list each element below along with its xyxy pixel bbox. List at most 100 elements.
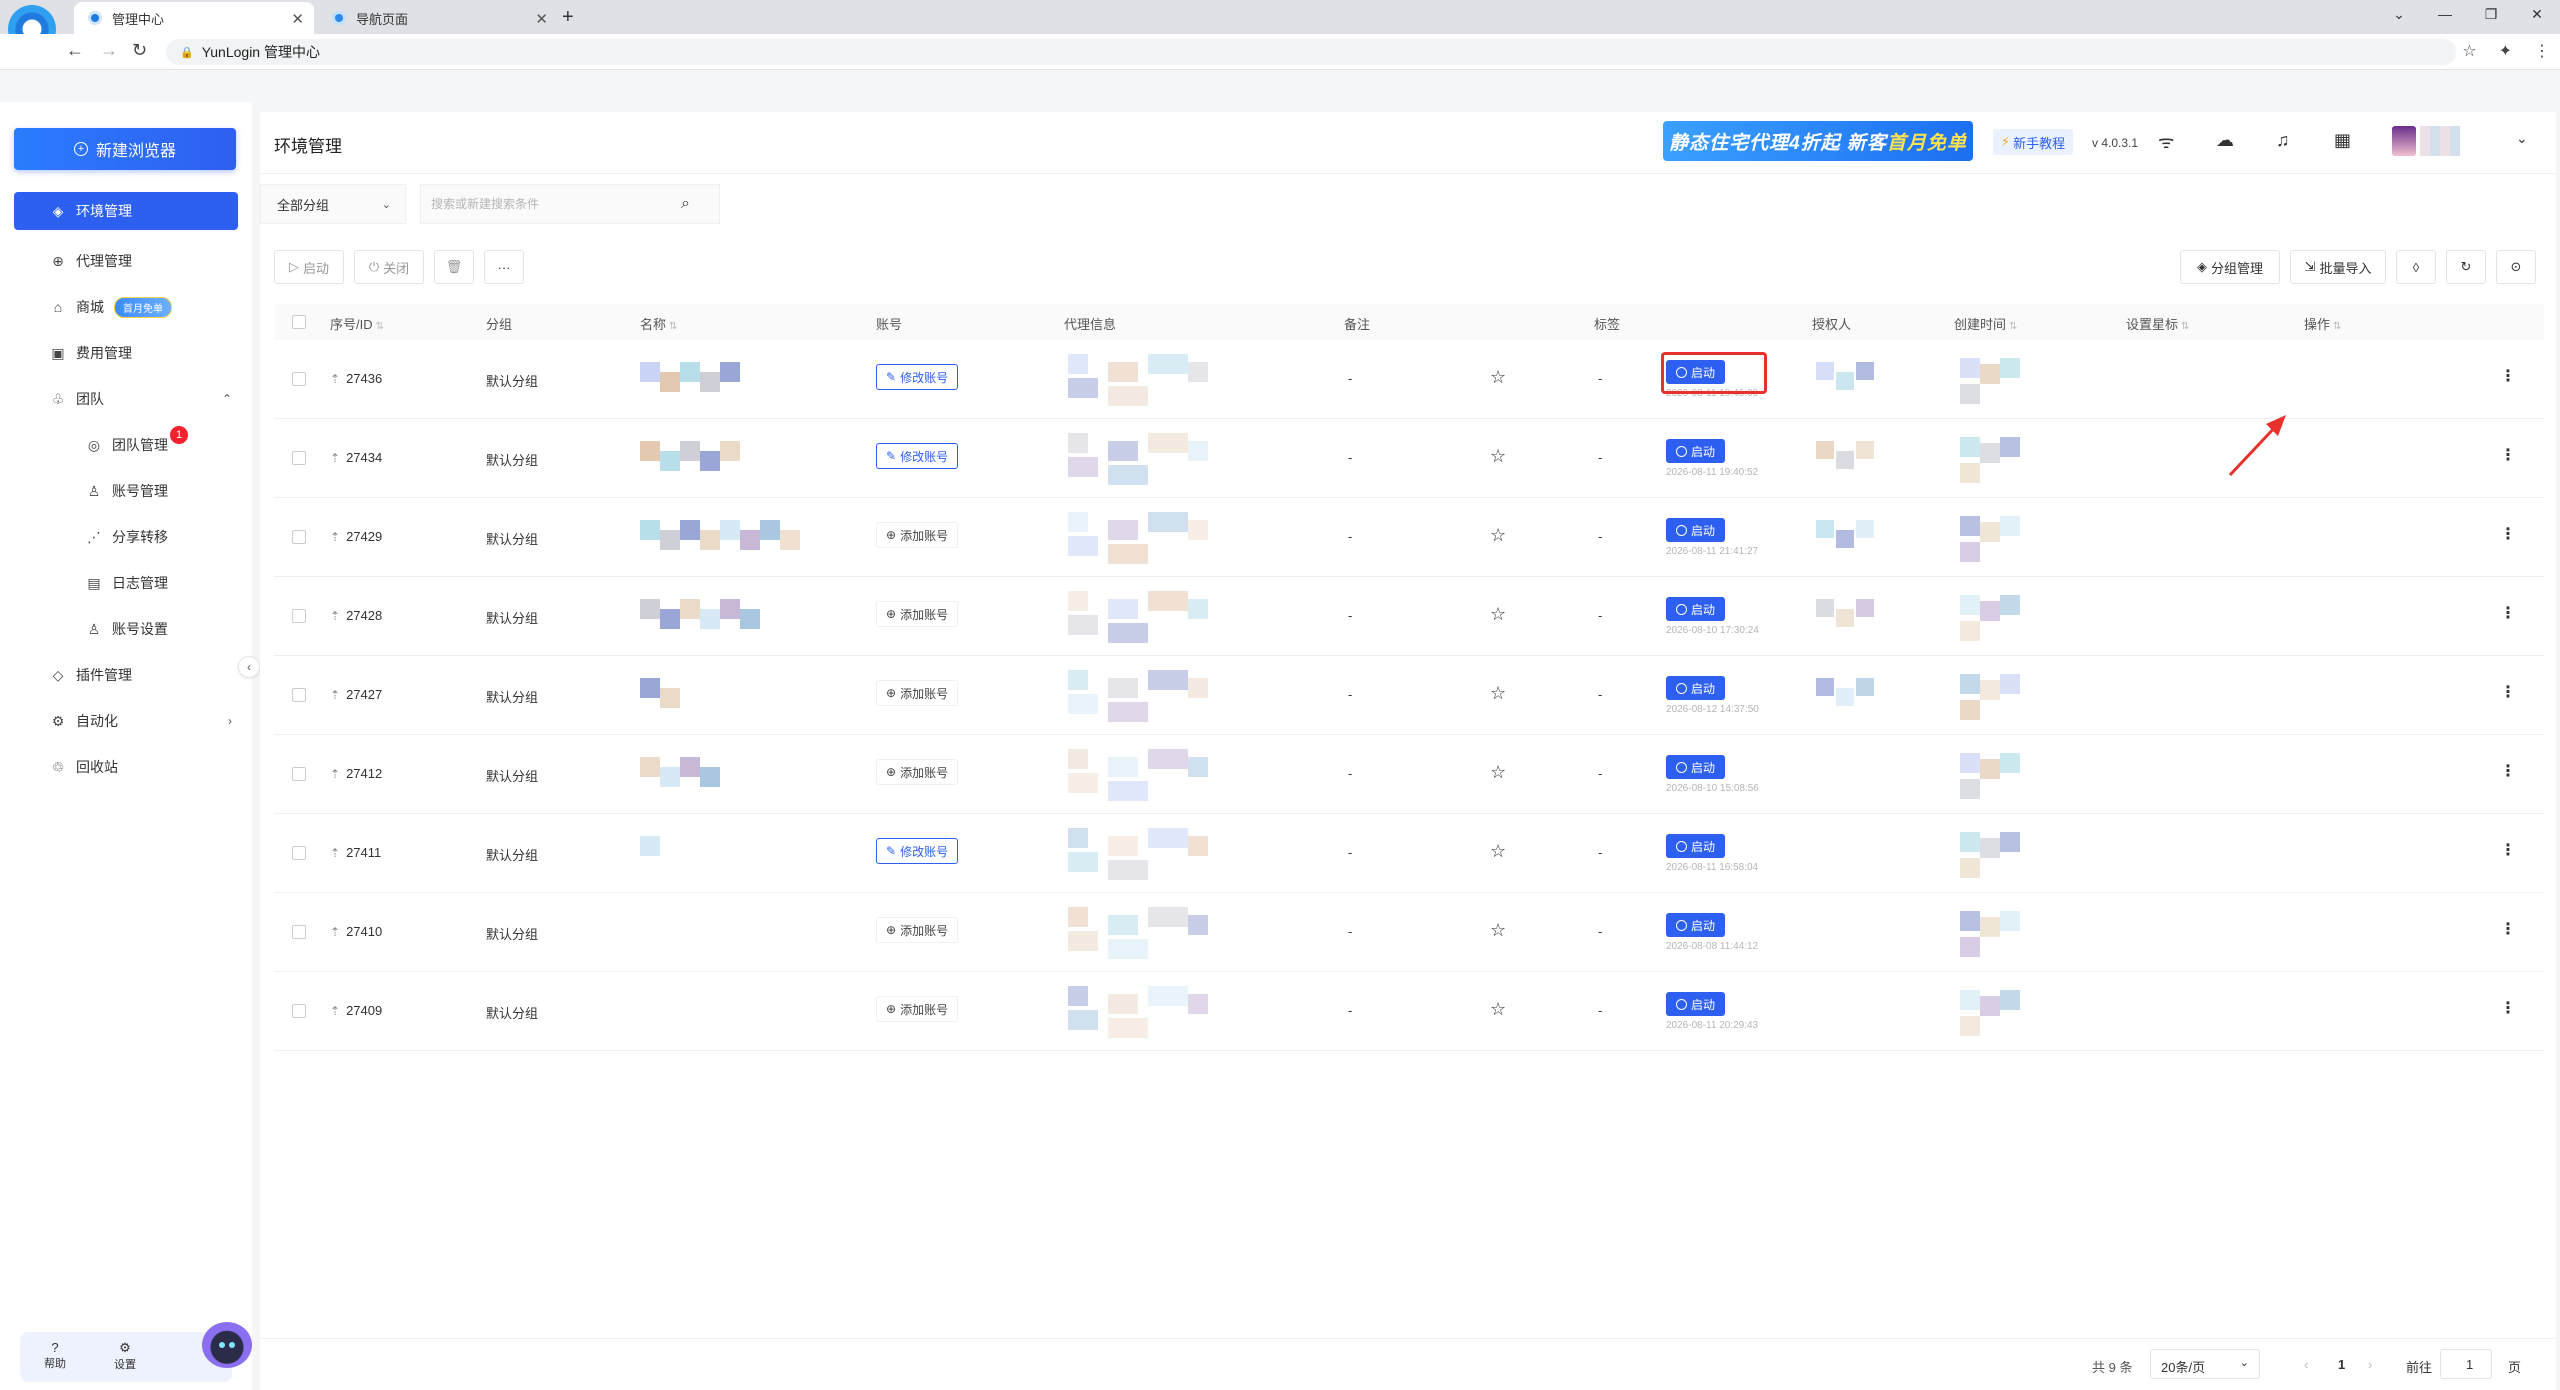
settings-button[interactable]: ⚙ 设置	[90, 1332, 160, 1382]
refresh-button[interactable]: ↻	[2446, 250, 2486, 284]
sidebar-item-recycle[interactable]: ♲ 回收站	[0, 744, 252, 790]
account-button[interactable]: ⊕ 添加账号	[876, 996, 959, 1022]
sidebar-item-team-manage[interactable]: ◎ 团队管理 1	[0, 422, 252, 468]
group-select[interactable]: 全部分组 ⌄	[260, 184, 406, 224]
tag-button[interactable]: ◊	[2396, 250, 2436, 284]
star-icon[interactable]: ☆	[1490, 999, 1506, 1020]
promo-banner[interactable]: 静态住宅代理4折起 新客 首月免单	[1663, 121, 1973, 161]
account-button[interactable]: ✎ 修改账号	[876, 838, 959, 864]
col-star[interactable]: 设置星标 ⇅	[2126, 314, 2189, 333]
pin-icon[interactable]: ⇡	[330, 451, 340, 465]
tab-management-center[interactable]: 管理中心 ✕	[74, 2, 314, 34]
close-window-icon[interactable]: ✕	[2514, 0, 2560, 30]
search-icon[interactable]: ⌕	[681, 195, 690, 213]
row-checkbox[interactable]	[292, 609, 306, 623]
sidebar-item-billing[interactable]: ▣ 费用管理	[0, 330, 252, 376]
assistant-robot-icon[interactable]	[202, 1322, 252, 1368]
account-button[interactable]: ✎ 修改账号	[876, 443, 959, 469]
account-button[interactable]: ⊕ 添加账号	[876, 522, 959, 548]
table-row[interactable]: ⇡ 27411 默认分组 ✎ 修改账号 - - ☆ 启动 2026-08-11 16:58:04 ⋮	[274, 814, 2544, 893]
start-button[interactable]: 启动	[1666, 992, 1726, 1016]
batch-import-button[interactable]: ⇲ 批量导入	[2290, 250, 2386, 284]
sidebar-item-automation[interactable]: ⚙ 自动化 ›	[0, 698, 252, 744]
start-button[interactable]: 启动	[1666, 913, 1726, 937]
sidebar-item-log-manage[interactable]: ▤ 日志管理	[0, 560, 252, 606]
star-icon[interactable]: ☆	[1490, 920, 1506, 941]
row-checkbox[interactable]	[292, 688, 306, 702]
pin-icon[interactable]: ⇡	[330, 846, 340, 860]
sidebar-item-plugins[interactable]: ◇ 插件管理	[0, 652, 252, 698]
maximize-icon[interactable]: ❐	[2468, 0, 2514, 30]
prev-page-icon[interactable]: ‹	[2304, 1357, 2308, 1372]
star-icon[interactable]: ☆	[1490, 841, 1506, 862]
start-button[interactable]: 启动	[1666, 439, 1726, 463]
table-row[interactable]: ⇡ 27434 默认分组 ✎ 修改账号 - - ☆ 启动 2026-08-11 19:40:52 ⋮	[274, 419, 2544, 498]
row-more-icon[interactable]: ⋮	[2500, 445, 2516, 465]
account-button[interactable]: ✎ 修改账号	[876, 364, 959, 390]
col-action[interactable]: 操作 ⇅	[2304, 314, 2341, 333]
sidebar-collapse-icon[interactable]: ‹	[238, 656, 260, 678]
column-settings-button[interactable]: ⊙	[2496, 250, 2536, 284]
pin-icon[interactable]: ⇡	[330, 925, 340, 939]
table-row[interactable]: ⇡ 27429 默认分组 ⊕ 添加账号 - - ☆ 启动 2026-08-11 21:41:27 ⋮	[274, 498, 2544, 577]
pin-icon[interactable]: ⇡	[330, 530, 340, 544]
table-row[interactable]: ⇡ 27428 默认分组 ⊕ 添加账号 - - ☆ 启动 2026-08-10 17:30:24 ⋮	[274, 577, 2544, 656]
row-more-icon[interactable]: ⋮	[2500, 603, 2516, 623]
row-more-icon[interactable]: ⋮	[2500, 524, 2516, 544]
table-row[interactable]: ⇡ 27409 默认分组 ⊕ 添加账号 - - ☆ 启动 2026-08-11 20:29:43 ⋮	[274, 972, 2544, 1051]
forward-icon[interactable]: →	[100, 40, 118, 61]
browser-menu-icon[interactable]: ⋮	[2534, 41, 2550, 61]
row-checkbox[interactable]	[292, 372, 306, 386]
new-tab-icon[interactable]: +	[562, 6, 574, 29]
account-button[interactable]: ⊕ 添加账号	[876, 601, 959, 627]
start-button[interactable]: 启动	[1666, 597, 1726, 621]
start-button[interactable]: 启动	[1666, 518, 1726, 542]
table-row[interactable]: ⇡ 27410 默认分组 ⊕ 添加账号 - - ☆ 启动 2026-08-08 11:44:12 ⋮	[274, 893, 2544, 972]
col-name[interactable]: 名称 ⇅	[640, 314, 677, 333]
row-checkbox[interactable]	[292, 925, 306, 939]
batch-close-button[interactable]: ⏻ 关闭	[354, 250, 424, 284]
row-checkbox[interactable]	[292, 846, 306, 860]
sidebar-item-proxy[interactable]: ⊕ 代理管理	[0, 238, 252, 284]
account-button[interactable]: ⊕ 添加账号	[876, 917, 959, 943]
pin-icon[interactable]: ⇡	[330, 767, 340, 781]
start-button[interactable]: 启动	[1666, 755, 1726, 779]
page-number[interactable]: 1	[2338, 1357, 2345, 1372]
star-icon[interactable]: ☆	[1490, 762, 1506, 783]
sidebar-item-environment[interactable]: ◈ 环境管理	[14, 192, 238, 230]
star-icon[interactable]: ☆	[1490, 367, 1506, 388]
url-field[interactable]: 🔒 YunLogin 管理中心	[166, 39, 2456, 65]
account-button[interactable]: ⊕ 添加账号	[876, 680, 959, 706]
row-checkbox[interactable]	[292, 1004, 306, 1018]
star-icon[interactable]: ☆	[1490, 683, 1506, 704]
start-button[interactable]: 启动	[1666, 676, 1726, 700]
more-actions-button[interactable]: ···	[484, 250, 524, 284]
wifi-icon[interactable]: ᯤ	[2158, 130, 2174, 154]
sidebar-item-shop[interactable]: ⌂ 商城 首月免单	[0, 284, 252, 330]
pin-icon[interactable]: ⇡	[330, 372, 340, 386]
page-size-select[interactable]: 20条/页 ⌄	[2150, 1349, 2260, 1379]
back-icon[interactable]: ←	[66, 40, 84, 61]
select-all-checkbox[interactable]	[292, 315, 306, 329]
avatar[interactable]	[2392, 126, 2416, 156]
tab-list-icon[interactable]: ⌄	[2376, 0, 2422, 30]
orders-icon[interactable]: ▦	[2334, 130, 2351, 151]
tutorial-button[interactable]: ⚡ 新手教程	[1993, 129, 2074, 155]
tab-close-icon[interactable]: ✕	[291, 10, 304, 28]
star-icon[interactable]: ☆	[1490, 446, 1506, 467]
cloud-upload-icon[interactable]: ☁	[2216, 130, 2234, 151]
group-manage-button[interactable]: ◈ 分组管理	[2180, 250, 2280, 284]
table-row[interactable]: ⇡ 27412 默认分组 ⊕ 添加账号 - - ☆ 启动 2026-08-10 15:08:56 ⋮	[274, 735, 2544, 814]
row-more-icon[interactable]: ⋮	[2500, 998, 2516, 1018]
pin-icon[interactable]: ⇡	[330, 688, 340, 702]
account-button[interactable]: ⊕ 添加账号	[876, 759, 959, 785]
bell-icon[interactable]: ♫	[2276, 130, 2290, 151]
row-more-icon[interactable]: ⋮	[2500, 682, 2516, 702]
chevron-down-icon[interactable]: ⌄	[2516, 130, 2528, 147]
row-checkbox[interactable]	[292, 451, 306, 465]
col-created[interactable]: 创建时间 ⇅	[1954, 314, 2017, 333]
bookmark-star-icon[interactable]: ☆	[2462, 41, 2476, 61]
table-row[interactable]: ⇡ 27427 默认分组 ⊕ 添加账号 - - ☆ 启动 2026-08-12 14:37:50 ⋮	[274, 656, 2544, 735]
row-more-icon[interactable]: ⋮	[2500, 919, 2516, 939]
tab-close-icon[interactable]: ✕	[535, 10, 548, 28]
